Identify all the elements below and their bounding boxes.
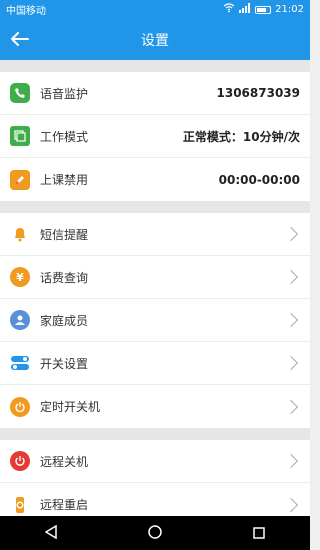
time-text: 21:02 <box>275 4 304 15</box>
signal-icon <box>239 3 251 16</box>
row-family-members[interactable]: 家庭成员 <box>0 299 310 342</box>
wifi-icon <box>223 3 235 16</box>
switch-settings-label: 开关设置 <box>40 356 89 371</box>
remote-shutdown-label: 远程关机 <box>40 454 89 469</box>
work-mode-value: 正常模式：10分钟/次 <box>182 129 300 144</box>
remote-restart-label: 远程重启 <box>40 498 89 512</box>
home-nav-button[interactable] <box>148 524 162 543</box>
row-remote-shutdown[interactable]: 远程关机 <box>0 440 310 483</box>
row-fee-query[interactable]: ¥ 话费查询 <box>0 256 310 299</box>
chevron-right-icon <box>283 453 299 469</box>
power-timer-icon <box>10 396 30 417</box>
class-disable-value: 00:00-00:00 <box>218 172 300 187</box>
sms-reminder-label: 短信提醒 <box>40 227 89 242</box>
status-icons: 21:02 <box>223 3 304 16</box>
row-class-disable[interactable]: 上课禁用 00:00-00:00 <box>0 158 310 201</box>
recents-nav-button[interactable] <box>252 524 265 543</box>
voice-monitor-label: 语音监护 <box>40 86 89 101</box>
battery-icon <box>255 5 272 14</box>
chevron-right-icon <box>283 497 299 512</box>
section-gap <box>0 201 310 213</box>
pencil-icon <box>10 169 30 190</box>
carrier-text: 中国移动 <box>6 6 46 17</box>
arrow-left-icon <box>11 32 29 46</box>
bell-icon <box>10 224 30 244</box>
page-title: 设置 <box>141 32 169 49</box>
power-icon <box>10 451 30 471</box>
chevron-right-icon <box>283 226 299 242</box>
fee-query-label: 话费查询 <box>40 270 89 285</box>
toggle-icon <box>10 353 30 373</box>
row-switch-settings[interactable]: 开关设置 <box>0 342 310 385</box>
yen-icon: ¥ <box>10 267 30 287</box>
status-bar: 中国移动 21:02 <box>0 0 310 19</box>
row-voice-monitor[interactable]: 语音监护 1306873039 <box>0 72 310 115</box>
back-button[interactable] <box>8 27 32 51</box>
chevron-right-icon <box>283 355 299 371</box>
phone-icon <box>10 83 30 103</box>
settings-group-remote: 远程关机 远程重启 <box>0 440 310 526</box>
timed-power-label: 定时开关机 <box>40 400 101 414</box>
navigation-bar <box>0 516 310 550</box>
row-sms-reminder[interactable]: 短信提醒 <box>0 213 310 256</box>
back-nav-button[interactable] <box>44 524 58 543</box>
row-work-mode[interactable]: 工作模式 正常模式：10分钟/次 <box>0 115 310 158</box>
row-timed-power[interactable]: 定时开关机 <box>0 385 310 428</box>
section-gap <box>0 60 310 72</box>
chevron-right-icon <box>283 312 299 328</box>
voice-monitor-value: 1306873039 <box>216 86 301 100</box>
settings-group-functions: 短信提醒 ¥ 话费查询 家庭成员 开关设置 定时开关机 <box>0 213 310 428</box>
family-members-label: 家庭成员 <box>40 313 89 328</box>
title-bar: 设置 <box>0 19 310 60</box>
chevron-right-icon <box>283 399 299 414</box>
settings-group-info: 语音监护 1306873039 工作模式 正常模式：10分钟/次 上课禁用 00… <box>0 72 310 201</box>
windows-icon <box>10 126 30 146</box>
class-disable-label: 上课禁用 <box>40 173 89 187</box>
users-icon <box>10 310 30 330</box>
watch-icon <box>10 495 30 515</box>
section-gap <box>0 428 310 440</box>
chevron-right-icon <box>283 269 299 285</box>
work-mode-label: 工作模式 <box>40 129 89 144</box>
